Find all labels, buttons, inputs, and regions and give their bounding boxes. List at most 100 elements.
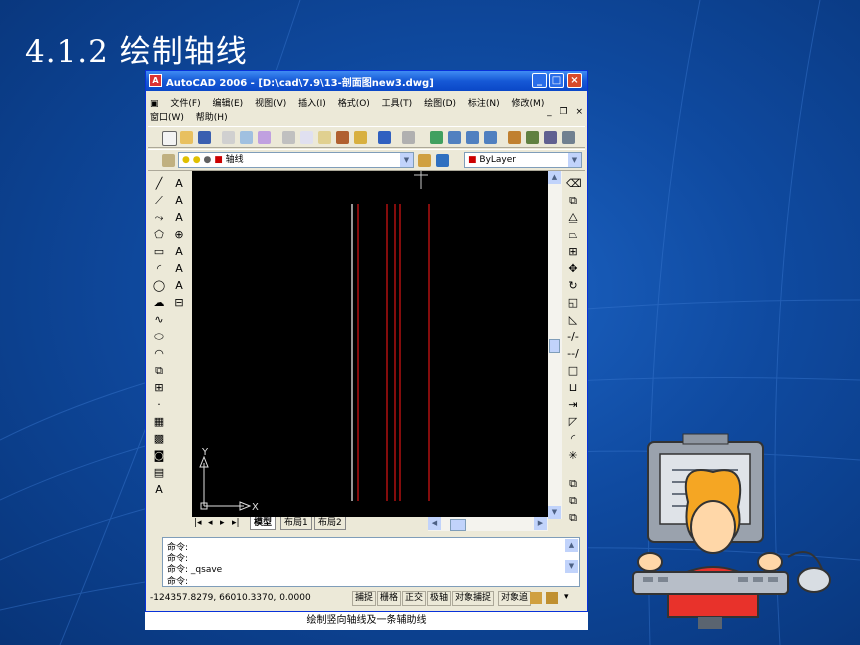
- menu-view[interactable]: 视图(V): [255, 96, 286, 109]
- scroll-left-arrow[interactable]: ◀: [428, 517, 441, 530]
- snap-toggle[interactable]: 捕捉: [352, 591, 377, 606]
- publish-icon[interactable]: [258, 131, 271, 144]
- command-window[interactable]: 命令: 命令: 命令: _qsave 命令: ▲ ▼: [162, 537, 580, 587]
- trim-icon[interactable]: -/-: [566, 330, 580, 344]
- move-icon[interactable]: ✥: [566, 262, 580, 276]
- status-menu-arrow-icon[interactable]: ▾: [564, 592, 569, 602]
- zoom-window-icon[interactable]: [466, 131, 479, 144]
- maximize-button[interactable]: □: [549, 73, 564, 88]
- open-file-icon[interactable]: [180, 131, 193, 144]
- extend-icon[interactable]: --/: [566, 347, 580, 361]
- menu-tools[interactable]: 工具(T): [382, 96, 413, 109]
- menu-format[interactable]: 格式(O): [338, 96, 370, 109]
- layer-combo[interactable]: ● ● ● ■ 轴线 ▼: [178, 152, 414, 168]
- zoom-realtime-icon[interactable]: [448, 131, 461, 144]
- break-icon[interactable]: ⊔: [566, 381, 580, 395]
- edit-text-icon[interactable]: A: [172, 211, 186, 225]
- zoom-previous-icon[interactable]: [484, 131, 497, 144]
- command-scroll-down[interactable]: ▼: [565, 560, 578, 573]
- new-file-icon[interactable]: [162, 131, 177, 146]
- tab-last-button[interactable]: ▸|: [232, 518, 240, 528]
- scroll-right-arrow[interactable]: ▶: [534, 517, 547, 530]
- menu-dimension[interactable]: 标注(N): [468, 96, 500, 109]
- match-properties-icon[interactable]: [336, 131, 349, 144]
- menu-draw[interactable]: 绘图(D): [424, 96, 456, 109]
- tab-model[interactable]: 模型: [250, 517, 277, 530]
- menu-modify[interactable]: 修改(M): [512, 96, 545, 109]
- color-control-combo[interactable]: ■ ByLayer ▼: [464, 152, 582, 168]
- paste-icon[interactable]: [318, 131, 331, 144]
- print-preview-icon[interactable]: [240, 131, 253, 144]
- erase-icon[interactable]: ⌫: [566, 177, 582, 191]
- text-icon[interactable]: A: [172, 177, 186, 191]
- menu-edit[interactable]: 编辑(E): [212, 96, 243, 109]
- multiline-text-icon[interactable]: A: [152, 483, 166, 497]
- polar-toggle[interactable]: 极轴: [427, 591, 452, 606]
- justify-text-icon[interactable]: ⊟: [172, 296, 186, 310]
- polyline-icon[interactable]: ⤳: [152, 211, 166, 225]
- gradient-icon[interactable]: ▩: [152, 432, 166, 446]
- autocad-icon[interactable]: A: [149, 74, 162, 87]
- hatch-icon[interactable]: ▦: [152, 415, 166, 429]
- menu-help[interactable]: 帮助(H): [196, 110, 228, 123]
- line-icon[interactable]: ╱: [152, 177, 166, 191]
- scroll-down-arrow[interactable]: ▼: [548, 506, 561, 519]
- ellipse-arc-icon[interactable]: ◠: [152, 347, 166, 361]
- mdi-restore-button[interactable]: ❐: [560, 107, 568, 117]
- vertical-scrollbar[interactable]: ▲ ▼: [548, 171, 562, 519]
- scroll-up-arrow[interactable]: ▲: [548, 171, 561, 184]
- arc-icon[interactable]: ◜: [152, 262, 166, 276]
- chamfer-icon[interactable]: ◸: [566, 415, 580, 429]
- table-icon[interactable]: ▤: [152, 466, 166, 480]
- explode-icon[interactable]: ✳: [566, 449, 580, 463]
- tab-prev-button[interactable]: ◂: [208, 518, 213, 528]
- spline-icon[interactable]: ∿: [152, 313, 166, 327]
- send-to-back-icon[interactable]: ⧉: [566, 511, 580, 525]
- osnap-toggle[interactable]: 对象捕捉: [452, 591, 495, 606]
- tab-first-button[interactable]: |◂: [194, 518, 202, 528]
- mirror-icon[interactable]: ⧋: [566, 211, 580, 225]
- horizontal-scroll-thumb[interactable]: [450, 519, 466, 531]
- region-icon[interactable]: ◙: [152, 449, 166, 463]
- tool-palettes-icon[interactable]: [544, 131, 557, 144]
- polygon-icon[interactable]: ⬠: [152, 228, 166, 242]
- vertical-scroll-thumb[interactable]: [549, 339, 560, 353]
- tab-layout1[interactable]: 布局1: [280, 517, 312, 530]
- scale-icon[interactable]: ◱: [566, 296, 580, 310]
- layer-dropdown-arrow[interactable]: ▼: [400, 153, 413, 167]
- communication-center-icon[interactable]: [530, 592, 542, 604]
- print-icon[interactable]: [222, 131, 235, 144]
- offset-icon[interactable]: ⏢: [566, 228, 580, 242]
- mtext-icon[interactable]: A: [172, 194, 186, 208]
- stretch-icon[interactable]: ◺: [566, 313, 580, 327]
- minimize-button[interactable]: _: [532, 73, 547, 88]
- grid-toggle[interactable]: 栅格: [377, 591, 402, 606]
- command-input-line[interactable]: 命令:: [167, 574, 188, 587]
- command-scroll-up[interactable]: ▲: [565, 539, 578, 552]
- menu-doc-icon[interactable]: ▣: [150, 99, 159, 109]
- color-dropdown-arrow[interactable]: ▼: [568, 153, 581, 167]
- rotate-icon[interactable]: ↻: [566, 279, 580, 293]
- tab-next-button[interactable]: ▸: [220, 518, 225, 528]
- find-text-icon[interactable]: ⊕: [172, 228, 186, 242]
- layer-manager-icon[interactable]: [162, 154, 175, 167]
- undo-icon[interactable]: [378, 131, 391, 144]
- lock-icon[interactable]: [546, 592, 558, 604]
- close-button[interactable]: ×: [567, 73, 582, 88]
- menu-file[interactable]: 文件(F): [170, 96, 200, 109]
- spell-check-icon[interactable]: A: [172, 245, 186, 259]
- bring-to-front-icon[interactable]: ⧉: [566, 494, 580, 508]
- menu-insert[interactable]: 插入(I): [298, 96, 326, 109]
- break-at-point-icon[interactable]: □: [566, 364, 580, 378]
- construction-line-icon[interactable]: ⟋: [152, 194, 166, 208]
- join-icon[interactable]: ⇥: [566, 398, 580, 412]
- fillet-icon[interactable]: ◜: [566, 432, 580, 446]
- cut-icon[interactable]: [282, 131, 295, 144]
- properties-icon[interactable]: [508, 131, 521, 144]
- otrack-toggle[interactable]: 对象追: [498, 591, 532, 606]
- revision-cloud-icon[interactable]: ☁: [152, 296, 166, 310]
- redo-icon[interactable]: [402, 131, 415, 144]
- copy-object-icon[interactable]: ⧉: [566, 194, 580, 208]
- array-icon[interactable]: ⊞: [566, 245, 580, 259]
- make-object-layer-current-icon[interactable]: [418, 154, 431, 167]
